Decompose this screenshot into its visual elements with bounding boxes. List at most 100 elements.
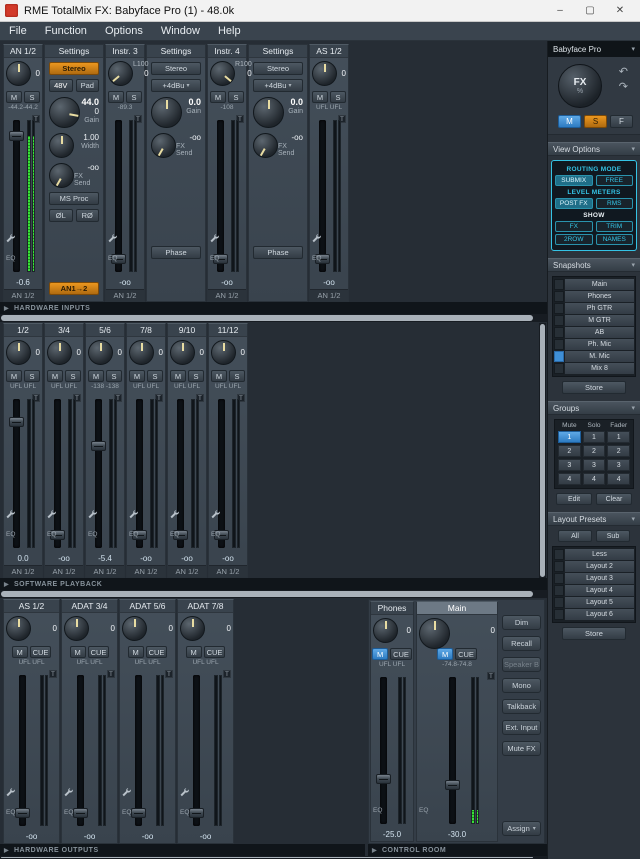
- solo-button[interactable]: S: [228, 91, 244, 103]
- mute-button[interactable]: M: [108, 91, 124, 103]
- wrench-icon[interactable]: [5, 784, 15, 797]
- layout-preset-indicator[interactable]: [554, 609, 564, 620]
- volume-knob[interactable]: [64, 616, 89, 641]
- snapshot-indicator[interactable]: [554, 363, 564, 374]
- snapshot-item[interactable]: Phones: [554, 291, 634, 302]
- solo-button[interactable]: S: [24, 91, 40, 103]
- control-room-button[interactable]: Dim: [502, 615, 541, 630]
- layout-presets-header[interactable]: Layout Presets ▾: [548, 512, 640, 526]
- fader-track[interactable]: [376, 677, 391, 824]
- routing-target[interactable]: AN 1/2: [45, 565, 83, 577]
- snapshot-indicator[interactable]: [554, 303, 564, 314]
- wrench-icon[interactable]: [107, 230, 117, 243]
- snapshot-name[interactable]: AB: [565, 327, 634, 338]
- free-mode-button[interactable]: F: [610, 115, 633, 128]
- fader-track[interactable]: [213, 120, 228, 272]
- layout-all-tab[interactable]: All: [558, 530, 592, 542]
- mute-button[interactable]: M: [185, 646, 202, 658]
- fader-track[interactable]: [132, 399, 147, 548]
- routing-target[interactable]: AN 1/2: [209, 565, 247, 577]
- fx-view-button[interactable]: FX: [555, 221, 593, 232]
- layout-preset-indicator[interactable]: [554, 597, 564, 608]
- eq-label[interactable]: EQ: [47, 531, 56, 538]
- fx-send-knob[interactable]: [49, 163, 74, 188]
- wrench-icon[interactable]: [5, 506, 15, 519]
- ref-level-dropdown[interactable]: +4dBu ▾: [151, 79, 201, 92]
- fader-track[interactable]: [91, 399, 106, 548]
- routing-target[interactable]: AN 1/2: [208, 289, 246, 301]
- mute-button[interactable]: M: [11, 646, 28, 658]
- pan-knob[interactable]: [129, 340, 154, 365]
- ref-level-dropdown[interactable]: +4dBu ▾: [253, 79, 303, 92]
- channel-name[interactable]: 11/12: [209, 324, 247, 337]
- fader-handle[interactable]: [73, 807, 88, 818]
- group-solo-cell[interactable]: 1: [582, 431, 606, 443]
- close-button[interactable]: ✕: [605, 1, 635, 21]
- wrench-icon[interactable]: [5, 230, 15, 243]
- snapshot-indicator[interactable]: [554, 339, 564, 350]
- layout-preset-item[interactable]: Layout 3: [554, 573, 634, 584]
- group-fader-cell[interactable]: 4: [607, 473, 631, 485]
- maximize-button[interactable]: ▢: [575, 1, 605, 21]
- snapshots-header[interactable]: Snapshots ▾: [548, 258, 640, 272]
- solo-button[interactable]: S: [126, 91, 142, 103]
- layout-store-button[interactable]: Store: [562, 627, 626, 640]
- snapshot-indicator[interactable]: [554, 315, 564, 326]
- layout-preset-item[interactable]: Layout 6: [554, 609, 634, 620]
- channel-name[interactable]: AN 1/2: [4, 45, 42, 58]
- mono-mode-button[interactable]: M: [558, 115, 581, 128]
- layout-sub-tab[interactable]: Sub: [596, 530, 630, 542]
- fader-handle[interactable]: [131, 807, 146, 818]
- group-fader-cell[interactable]: 2: [607, 445, 631, 457]
- mute-button[interactable]: M: [6, 91, 22, 103]
- fader-handle[interactable]: [9, 416, 24, 427]
- snapshot-name[interactable]: M GTR: [565, 315, 634, 326]
- fader-handle[interactable]: [445, 779, 460, 790]
- hardware-inputs-scrollbar[interactable]: [0, 314, 547, 322]
- wrench-icon[interactable]: [128, 506, 138, 519]
- pad-button[interactable]: Pad: [75, 79, 99, 92]
- layout-preset-item[interactable]: Less: [554, 549, 634, 560]
- fader-track[interactable]: [111, 120, 126, 272]
- snapshot-name[interactable]: M. Mic: [565, 351, 634, 362]
- group-solo-cell[interactable]: 3: [582, 459, 606, 471]
- pan-knob[interactable]: [210, 61, 235, 86]
- cue-button[interactable]: CUE: [390, 648, 412, 660]
- phantom-48v-button[interactable]: 48V: [49, 79, 73, 92]
- phase-button[interactable]: Phase: [253, 246, 303, 259]
- pan-knob[interactable]: [211, 340, 236, 365]
- cue-button[interactable]: CUE: [87, 646, 110, 658]
- eq-label[interactable]: EQ: [88, 531, 97, 538]
- fader-handle[interactable]: [9, 130, 24, 141]
- layout-preset-name[interactable]: Layout 5: [565, 597, 634, 608]
- routing-an1-2-button[interactable]: AN1→2: [49, 282, 99, 295]
- pan-knob[interactable]: [312, 61, 337, 86]
- group-mute-cell[interactable]: 4: [558, 473, 581, 485]
- menu-item[interactable]: Function: [36, 22, 96, 40]
- eq-label[interactable]: EQ: [180, 809, 189, 816]
- control-room-button[interactable]: Mute FX: [502, 741, 541, 756]
- fader-track[interactable]: [189, 675, 204, 826]
- snapshot-item[interactable]: M GTR: [554, 315, 634, 326]
- width-knob[interactable]: [49, 133, 74, 158]
- fader-handle[interactable]: [376, 774, 391, 785]
- fader-track[interactable]: [9, 120, 24, 272]
- routing-target[interactable]: AN 1/2: [4, 289, 42, 301]
- pan-knob[interactable]: [6, 61, 31, 86]
- groups-header[interactable]: Groups ▾: [548, 401, 640, 415]
- assign-button[interactable]: Assign ▾: [502, 821, 541, 836]
- group-mute-cell[interactable]: 3: [558, 459, 581, 471]
- mute-button[interactable]: M: [6, 370, 22, 382]
- group-solo-cell[interactable]: 2: [582, 445, 606, 457]
- wrench-icon[interactable]: [179, 784, 189, 797]
- fader-track[interactable]: [15, 675, 30, 826]
- snapshot-indicator[interactable]: [554, 351, 564, 362]
- mute-button[interactable]: M: [437, 648, 454, 660]
- routing-target[interactable]: AN 1/2: [86, 565, 124, 577]
- free-button[interactable]: FREE: [595, 175, 633, 186]
- routing-target[interactable]: AN 1/2: [106, 289, 144, 301]
- 2row-view-button[interactable]: 2ROW: [555, 234, 593, 245]
- snapshot-item[interactable]: Ph. Mic: [554, 339, 634, 350]
- device-selector[interactable]: Babyface Pro ▾: [548, 41, 640, 57]
- fx-send-knob[interactable]: [253, 133, 278, 158]
